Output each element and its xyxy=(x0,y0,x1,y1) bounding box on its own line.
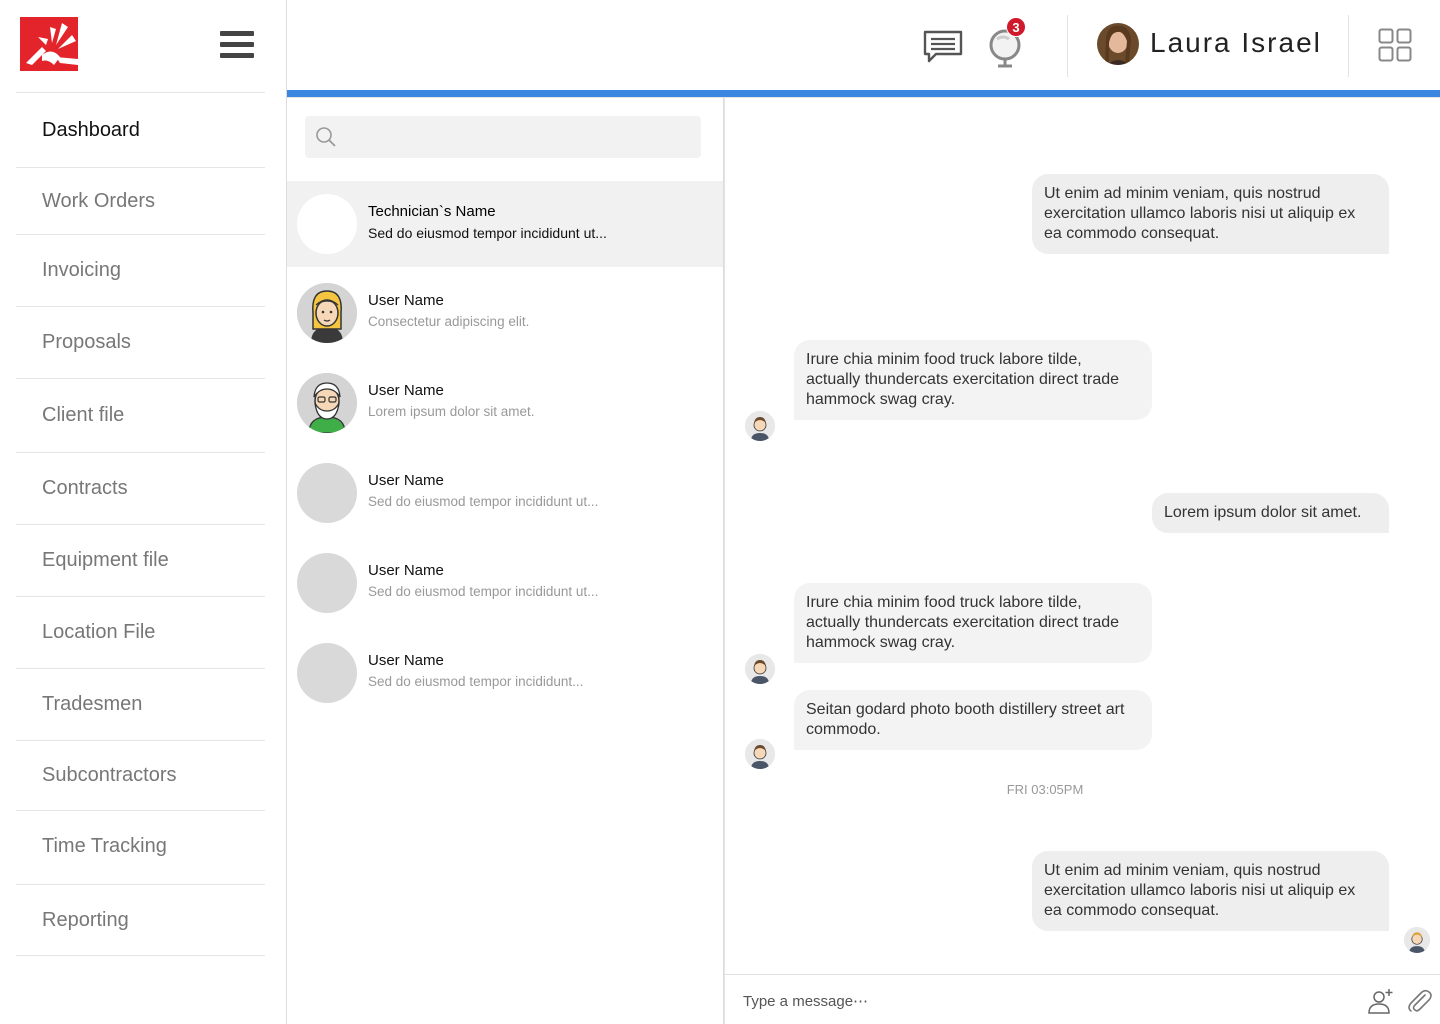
contact-avatar xyxy=(745,739,775,769)
message-composer xyxy=(725,974,1440,1024)
contact-avatar xyxy=(745,411,775,441)
nav-item-time-tracking[interactable]: Time Tracking xyxy=(16,810,265,882)
avatar xyxy=(297,194,357,254)
contact-avatar xyxy=(745,654,775,684)
nav-item-contracts[interactable]: Contracts xyxy=(16,452,265,524)
nav-item-location-file[interactable]: Location File xyxy=(16,596,265,668)
avatar xyxy=(297,283,357,343)
message-bubble: Lorem ipsum dolor sit amet. xyxy=(1152,493,1389,533)
nav-item-dashboard[interactable]: Dashboard xyxy=(16,92,265,167)
chat-panel: Ut enim ad minim veniam, quis nostrud ex… xyxy=(724,97,1440,1024)
header-divider xyxy=(1348,15,1349,77)
conversation-preview: Consectetur adipiscing elit. xyxy=(368,314,530,329)
message-bubble: Ut enim ad minim veniam, quis nostrud ex… xyxy=(1032,851,1389,931)
conversation-item[interactable]: User Name Sed do eiusmod tempor incididu… xyxy=(287,540,723,626)
search-input[interactable] xyxy=(345,116,695,158)
header-divider xyxy=(1067,15,1068,77)
add-user-icon[interactable] xyxy=(1367,987,1395,1015)
nav-item-client-file[interactable]: Client file xyxy=(16,378,265,452)
header-accent-bar xyxy=(287,90,1440,97)
chat-icon[interactable] xyxy=(922,29,964,65)
message-bubble: Seitan godard photo booth distillery str… xyxy=(794,690,1152,750)
own-avatar xyxy=(1404,927,1430,953)
apps-grid-icon[interactable] xyxy=(1378,28,1412,62)
nav-item-invoicing[interactable]: Invoicing xyxy=(16,234,265,306)
conversation-preview: Sed do eiusmod tempor incididunt ut... xyxy=(368,584,599,599)
brand-logo[interactable] xyxy=(20,17,78,71)
conversation-item[interactable]: User Name Lorem ipsum dolor sit amet. xyxy=(287,360,723,446)
message-input[interactable] xyxy=(743,987,1303,1015)
nav-item-equipment-file[interactable]: Equipment file xyxy=(16,524,265,596)
nav-item-tradesmen[interactable]: Tradesmen xyxy=(16,668,265,740)
avatar xyxy=(297,463,357,523)
user-name[interactable]: Laura Israel xyxy=(1150,27,1322,59)
conversation-item[interactable]: User Name Sed do eiusmod tempor incididu… xyxy=(287,450,723,536)
conversation-preview: Sed do eiusmod tempor incididunt ut... xyxy=(368,494,599,509)
notification-badge: 3 xyxy=(1006,17,1026,37)
user-avatar[interactable] xyxy=(1097,23,1139,65)
conversation-name: User Name xyxy=(368,562,444,579)
conversation-item[interactable]: Technician`s Name Sed do eiusmod tempor … xyxy=(287,181,723,267)
attachment-icon[interactable] xyxy=(1405,987,1433,1015)
nav-item-proposals[interactable]: Proposals xyxy=(16,306,265,378)
search-box xyxy=(305,116,701,158)
conversation-name: User Name xyxy=(368,472,444,489)
conversation-name: User Name xyxy=(368,382,444,399)
conversation-name: User Name xyxy=(368,292,444,309)
nav-item-subcontractors[interactable]: Subcontractors xyxy=(16,740,265,810)
search-icon xyxy=(315,126,337,148)
conversation-name: Technician`s Name xyxy=(368,203,496,220)
conversation-preview: Sed do eiusmod tempor incididunt ut... xyxy=(368,225,607,241)
menu-toggle-icon[interactable] xyxy=(220,31,254,59)
message-bubble: Ut enim ad minim veniam, quis nostrud ex… xyxy=(1032,174,1389,254)
avatar xyxy=(297,553,357,613)
conversation-preview: Sed do eiusmod tempor incididunt... xyxy=(368,674,584,689)
conversation-name: User Name xyxy=(368,652,444,669)
sidebar: Dashboard Work Orders Invoicing Proposal… xyxy=(0,0,287,1024)
avatar xyxy=(297,643,357,703)
message-bubble: Irure chia minim food truck labore tilde… xyxy=(794,340,1152,420)
conversation-preview: Lorem ipsum dolor sit amet. xyxy=(368,404,535,419)
conversation-item[interactable]: User Name Sed do eiusmod tempor incididu… xyxy=(287,630,723,716)
conversation-list: Technician`s Name Sed do eiusmod tempor … xyxy=(287,97,724,1024)
avatar xyxy=(297,373,357,433)
nav-divider xyxy=(16,955,265,956)
message-bubble: Irure chia minim food truck labore tilde… xyxy=(794,583,1152,663)
message-timestamp: FRI 03:05PM xyxy=(1006,782,1084,797)
nav-item-work-orders[interactable]: Work Orders xyxy=(16,167,265,234)
conversation-item[interactable]: User Name Consectetur adipiscing elit. xyxy=(287,270,723,356)
nav-item-reporting[interactable]: Reporting xyxy=(16,884,265,956)
